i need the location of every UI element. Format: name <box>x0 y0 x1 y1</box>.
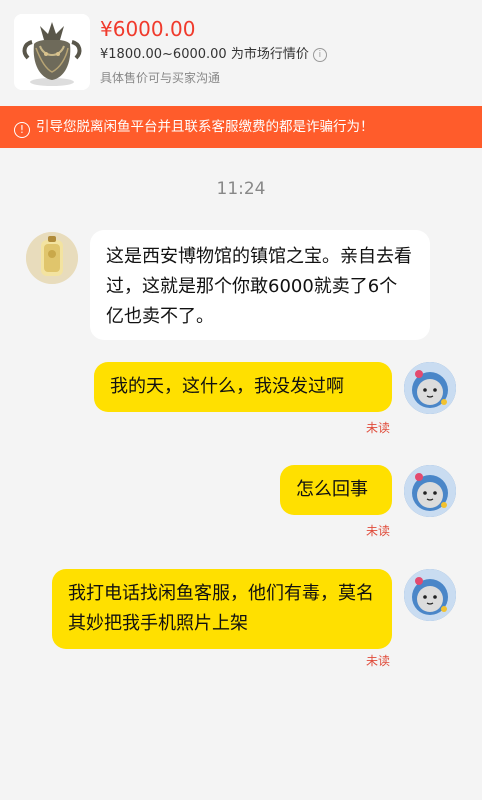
price-note: 具体售价可与买家沟通 <box>100 71 221 85</box>
bronze-vessel-image <box>14 14 90 90</box>
user-avatar[interactable] <box>404 569 456 621</box>
product-header: ¥6000.00 ¥1800.00~6000.00 为市场行情价 i 具体售价可与… <box>0 0 482 106</box>
product-thumbnail[interactable] <box>14 14 90 90</box>
unread-status: 未读 <box>366 654 391 668</box>
warning-text: 引导您脱离闲鱼平台并且联系客服缴费的都是诈骗行为！ <box>36 119 374 135</box>
fraud-warning-banner: ! 引导您脱离闲鱼平台并且联系客服缴费的都是诈骗行为！ <box>0 106 482 148</box>
jade-pendant-icon <box>26 232 78 284</box>
message-bubble-sent[interactable]: 我打电话找闲鱼客服，他们有毒，莫名其妙把我手机照片上架 <box>52 569 392 649</box>
message-bubble-sent[interactable]: 怎么回事 <box>280 465 392 515</box>
product-price: ¥6000.00 <box>100 17 196 41</box>
cat-astronaut-icon <box>404 569 456 621</box>
price-range-text: ¥1800.00~6000.00 为市场行情价 <box>100 47 309 62</box>
message-text: 我的天，这什么，我没发过啊 <box>110 376 344 397</box>
message-text: 我打电话找闲鱼客服，他们有毒，莫名其妙把我手机照片上架 <box>68 583 374 634</box>
user-avatar[interactable] <box>404 362 456 414</box>
message-text: 这是西安博物馆的镇馆之宝。亲自去看过，这就是那个你敢6000就卖了6个亿也卖不了… <box>106 246 412 327</box>
unread-status: 未读 <box>366 524 391 538</box>
unread-status: 未读 <box>366 421 391 435</box>
message-bubble-received[interactable]: 这是西安博物馆的镇馆之宝。亲自去看过，这就是那个你敢6000就卖了6个亿也卖不了… <box>90 230 430 340</box>
user-avatar[interactable] <box>404 465 456 517</box>
price-range: ¥1800.00~6000.00 为市场行情价 i <box>100 46 327 64</box>
seller-avatar[interactable] <box>26 232 78 284</box>
cat-astronaut-icon <box>404 465 456 517</box>
message-bubble-sent[interactable]: 我的天，这什么，我没发过啊 <box>94 362 392 412</box>
chat-timestamp: 11:24 <box>216 179 266 199</box>
exclamation-icon: ! <box>14 122 30 138</box>
message-text: 怎么回事 <box>296 479 368 500</box>
cat-astronaut-icon <box>404 362 456 414</box>
info-icon[interactable]: i <box>312 48 327 62</box>
